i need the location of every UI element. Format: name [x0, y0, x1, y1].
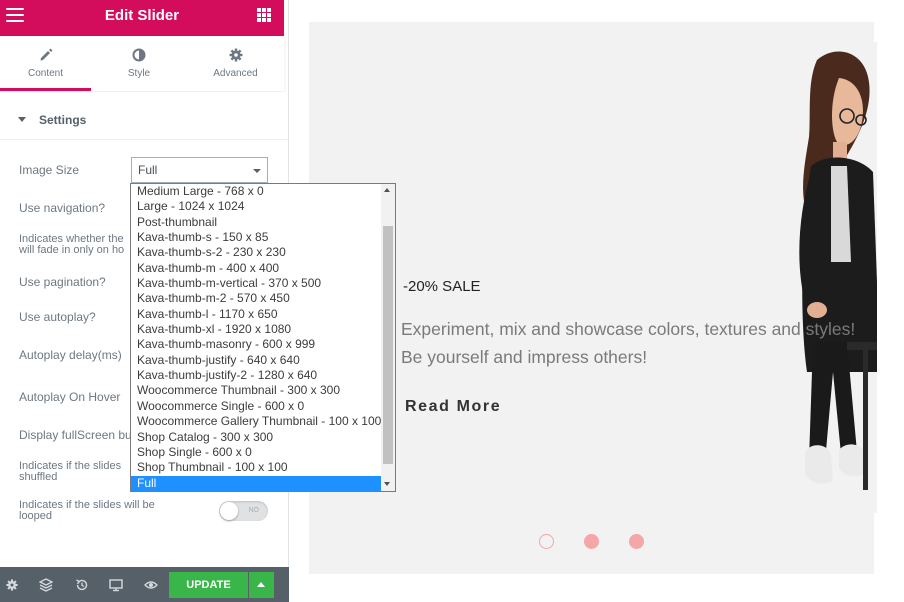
dropdown-option[interactable]: Kava-thumb-justify - 640 x 640: [131, 353, 382, 368]
dropdown-option[interactable]: Kava-thumb-m-2 - 570 x 450: [131, 291, 382, 306]
loop-switch[interactable]: NO: [219, 501, 268, 521]
dropdown-scrollbar[interactable]: [381, 184, 395, 491]
scroll-down-icon[interactable]: [384, 482, 390, 486]
dropdown-option[interactable]: Shop Catalog - 300 x 300: [131, 430, 382, 445]
slide-description-line-2: Be yourself and impress others!: [401, 347, 648, 367]
pagination-dot-2[interactable]: [584, 534, 599, 549]
caret-up-icon: [257, 582, 265, 587]
responsive-icon[interactable]: [109, 578, 123, 592]
history-icon[interactable]: [75, 578, 89, 592]
dropdown-option[interactable]: Kava-thumb-xl - 1920 x 1080: [131, 322, 382, 337]
scrollbar-thumb[interactable]: [383, 226, 393, 464]
tab-content-label: Content: [27, 68, 64, 79]
caret-down-icon: [18, 117, 26, 122]
chevron-down-icon: [253, 169, 261, 173]
eye-icon[interactable]: [144, 578, 158, 592]
panel-footer: UPDATE: [0, 567, 289, 602]
tab-advanced-label: Advanced: [213, 68, 258, 79]
dropdown-option[interactable]: Shop Thumbnail - 100 x 100: [131, 460, 382, 475]
grid-icon[interactable]: [257, 8, 271, 22]
display-fullscreen-label: Display fullScreen bu: [19, 428, 132, 442]
dropdown-option[interactable]: Full: [131, 475, 382, 491]
scroll-up-icon[interactable]: [384, 188, 390, 192]
panel-tabs: Content Style Advanced: [0, 36, 284, 91]
slide-description-line-1: Experiment, mix and showcase colors, tex…: [401, 319, 856, 339]
dropdown-option[interactable]: Woocommerce Thumbnail - 300 x 300: [131, 383, 382, 398]
dropdown-option[interactable]: Kava-thumb-m - 400 x 400: [131, 261, 382, 276]
dropdown-option[interactable]: Kava-thumb-masonry - 600 x 999: [131, 337, 382, 352]
dropdown-option[interactable]: Post-thumbnail: [131, 215, 382, 230]
pencil-icon: [0, 36, 91, 62]
settings-section-toggle[interactable]: Settings: [0, 100, 288, 140]
switch-knob: [220, 502, 238, 520]
image-size-dropdown: Medium Large - 768 x 0 Large - 1024 x 102…: [130, 183, 396, 492]
switch-off-label: NO: [248, 507, 260, 514]
image-size-label: Image Size: [19, 163, 80, 177]
use-pagination-label: Use pagination?: [19, 275, 106, 289]
update-button[interactable]: UPDATE: [169, 572, 248, 598]
contrast-icon: [91, 36, 187, 62]
use-autoplay-label: Use autoplay?: [19, 310, 96, 324]
pagination-dot-3[interactable]: [629, 534, 644, 549]
gear-icon: [187, 36, 284, 62]
dropdown-option[interactable]: Woocommerce Gallery Thumbnail - 100 x 10…: [131, 414, 382, 429]
autoplay-delay-label: Autoplay delay(ms): [19, 348, 122, 362]
app-root: Edit Slider Content Style Advanced Setti…: [0, 0, 904, 602]
autoplay-on-hover-label: Autoplay On Hover: [19, 390, 121, 404]
tab-content[interactable]: Content: [0, 36, 91, 91]
slide-subtitle: -20% SALE: [403, 278, 481, 295]
image-size-value: Full: [138, 163, 158, 177]
tab-advanced[interactable]: Advanced: [187, 36, 284, 91]
dropdown-option[interactable]: Kava-thumb-justify-2 - 1280 x 640: [131, 368, 382, 383]
dropdown-option[interactable]: Kava-thumb-s - 150 x 85: [131, 230, 382, 245]
dropdown-option[interactable]: Kava-thumb-l - 1170 x 650: [131, 307, 382, 322]
settings-section-title: Settings: [39, 113, 87, 127]
read-more-button[interactable]: Read More: [405, 398, 501, 416]
layers-icon[interactable]: [38, 578, 54, 592]
dropdown-option[interactable]: Woocommerce Single - 600 x 0: [131, 399, 382, 414]
slide-image: [747, 42, 877, 513]
pagination-dot-1[interactable]: [539, 534, 554, 549]
tab-style[interactable]: Style: [91, 36, 187, 91]
gear-icon[interactable]: [6, 578, 20, 592]
use-navigation-label: Use navigation?: [19, 201, 106, 215]
dropdown-option[interactable]: Shop Single - 600 x 0: [131, 445, 382, 460]
image-size-select[interactable]: Full: [131, 157, 268, 183]
panel-title: Edit Slider: [104, 7, 180, 24]
dropdown-option[interactable]: Kava-thumb-s-2 - 230 x 230: [131, 245, 382, 260]
dropdown-option[interactable]: Medium Large - 768 x 0: [131, 184, 382, 199]
loop-description-line-2: looped: [19, 510, 53, 522]
dropdown-option[interactable]: Kava-thumb-m-vertical - 370 x 500: [131, 276, 382, 291]
image-size-options: Medium Large - 768 x 0 Large - 1024 x 102…: [131, 184, 382, 491]
update-options-button[interactable]: [249, 572, 274, 598]
panel-header: Edit Slider: [0, 0, 284, 36]
tab-style-label: Style: [127, 68, 151, 79]
dropdown-option[interactable]: Large - 1024 x 1024: [131, 199, 382, 214]
